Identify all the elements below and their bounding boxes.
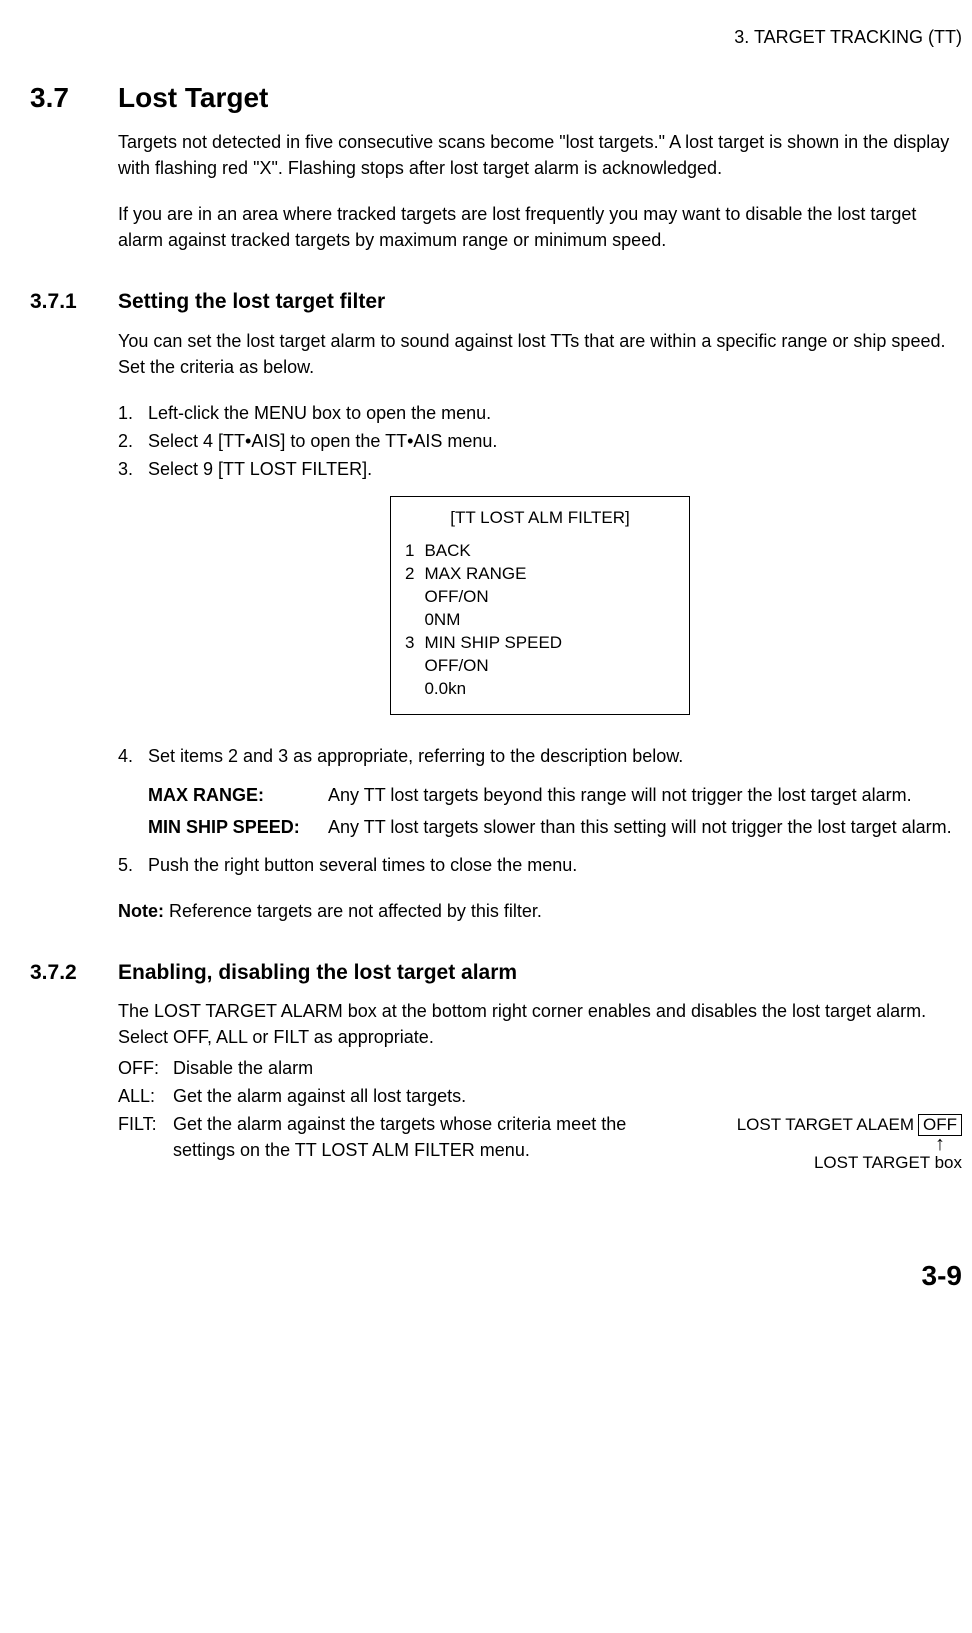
procedure-list: 4.Set items 2 and 3 as appropriate, refe… xyxy=(118,743,962,769)
definition-term: MAX RANGE: xyxy=(148,782,328,808)
subsection-number: 3.7.1 xyxy=(30,287,118,317)
subsection-title: Enabling, disabling the lost target alar… xyxy=(118,958,517,988)
step-number: 3. xyxy=(118,456,148,482)
option-value: Disable the alarm xyxy=(173,1055,313,1081)
menu-item-text: OFF/ON xyxy=(424,586,572,609)
menu-screenshot-box: [TT LOST ALM FILTER] 1BACK 2MAX RANGE OF… xyxy=(390,496,690,716)
lost-target-box-callout: LOST TARGET ALAEM OFF ↑ LOST TARGET box xyxy=(682,1111,962,1176)
definition-description: Any TT lost targets beyond this range wi… xyxy=(328,782,962,808)
menu-item-number: 2 xyxy=(405,563,424,586)
menu-item-text: BACK xyxy=(424,540,572,563)
procedure-list: 5.Push the right button several times to… xyxy=(118,852,962,878)
step-text: Left-click the MENU box to open the menu… xyxy=(148,400,491,426)
step-number: 1. xyxy=(118,400,148,426)
lost-target-box-label: LOST TARGET box xyxy=(682,1151,962,1176)
option-key: FILT: xyxy=(118,1111,173,1137)
lost-target-alarm-label: LOST TARGET ALAEM xyxy=(737,1113,914,1138)
definition-description: Any TT lost targets slower than this set… xyxy=(328,814,962,840)
subsection-intro: The LOST TARGET ALARM box at the bottom … xyxy=(118,998,962,1050)
section-number: 3.7 xyxy=(30,78,118,119)
step-number: 4. xyxy=(118,743,148,769)
page-number: 3-9 xyxy=(30,1256,962,1297)
option-key: OFF: xyxy=(118,1055,173,1081)
step-text: Select 4 [TT•AIS] to open the TT•AIS men… xyxy=(148,428,497,454)
subsection-title: Setting the lost target filter xyxy=(118,287,385,317)
subsection-number: 3.7.2 xyxy=(30,958,118,988)
option-key: ALL: xyxy=(118,1083,173,1109)
intro-paragraph-1: Targets not detected in five consecutive… xyxy=(118,129,962,181)
menu-title: [TT LOST ALM FILTER] xyxy=(405,507,675,530)
procedure-list: 1.Left-click the MENU box to open the me… xyxy=(118,400,962,482)
step-text: Select 9 [TT LOST FILTER]. xyxy=(148,456,372,482)
menu-item-number: 1 xyxy=(405,540,424,563)
menu-item-text: MIN SHIP SPEED xyxy=(424,632,572,655)
section-title: Lost Target xyxy=(118,78,268,119)
subsection-intro: You can set the lost target alarm to sou… xyxy=(118,328,962,380)
menu-item-text: MAX RANGE xyxy=(424,563,572,586)
step-text: Push the right button several times to c… xyxy=(148,852,577,878)
option-value: Get the alarm against the targets whose … xyxy=(173,1111,682,1163)
step-number: 2. xyxy=(118,428,148,454)
running-header: 3. TARGET TRACKING (TT) xyxy=(30,24,962,50)
step-text: Set items 2 and 3 as appropriate, referr… xyxy=(148,743,683,769)
definition-term: MIN SHIP SPEED: xyxy=(148,814,328,840)
menu-item-number: 3 xyxy=(405,632,424,655)
intro-paragraph-2: If you are in an area where tracked targ… xyxy=(118,201,962,253)
menu-item-text: 0NM xyxy=(424,609,572,632)
note: Note: Reference targets are not affected… xyxy=(118,898,962,924)
menu-item-text: OFF/ON xyxy=(424,655,572,678)
option-value: Get the alarm against all lost targets. xyxy=(173,1083,466,1109)
menu-item-text: 0.0kn xyxy=(424,678,572,701)
step-number: 5. xyxy=(118,852,148,878)
